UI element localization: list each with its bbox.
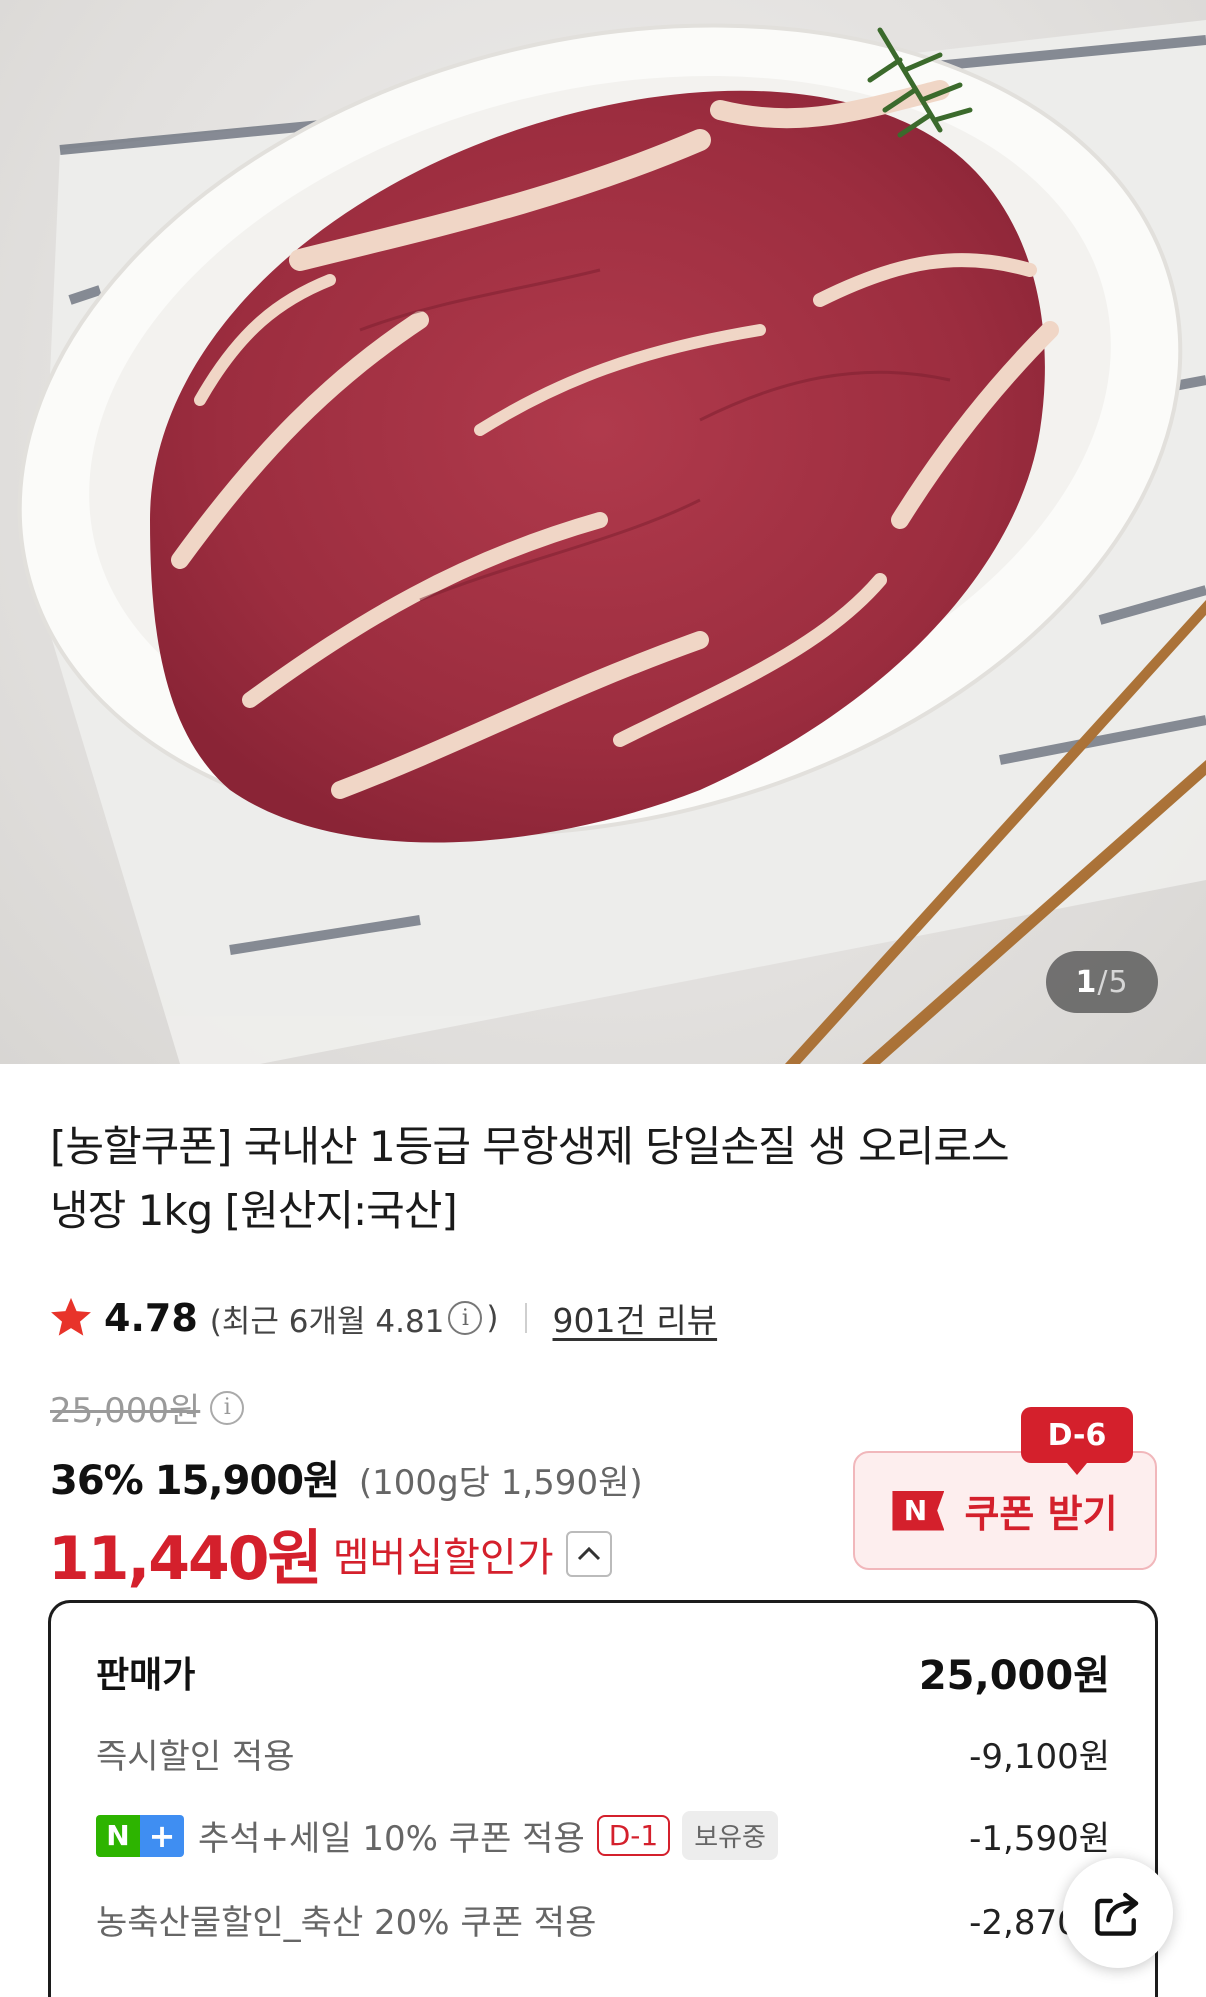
breakdown-row: N + 추석+세일 10% 쿠폰 적용 D-1 보유중 -1,590원: [96, 1811, 1110, 1860]
original-price: 25,000원: [50, 1391, 201, 1431]
product-title-line-1: [농할쿠폰] 국내산 1등급 무항생제 당일손질 생 오리로스: [50, 1122, 1010, 1171]
coupon-download: N 쿠폰 받기 D-6: [853, 1407, 1157, 1570]
breakdown-value: 25,000원: [918, 1653, 1110, 1699]
product-photo: [17, 20, 1206, 1064]
coupon-button-label: 쿠폰 받기: [964, 1492, 1118, 1536]
sale-price-row: 36% 15,900원 (100g당 1,590원): [50, 1448, 643, 1506]
recent-rating-close: ): [486, 1300, 499, 1336]
breakdown-label: 농축산물할인_축산 20% 쿠폰 적용: [96, 1903, 597, 1943]
breakdown-label: 즉시할인 적용: [96, 1737, 295, 1777]
rating-row: 4.78 (최근 6개월 4.81 i ) 901건 리뷰: [48, 1290, 717, 1346]
rating-score: 4.78: [104, 1296, 198, 1340]
discount-percent: 36%: [50, 1458, 144, 1504]
recent-rating: (최근 6개월 4.81 i ): [210, 1296, 499, 1341]
recent-rating-text: (최근 6개월 4.81: [209, 1303, 445, 1340]
product-image-gallery[interactable]: 1 / 5: [0, 0, 1206, 1064]
reviews-link[interactable]: 901건 리뷰: [553, 1294, 718, 1342]
share-icon: [1095, 1892, 1139, 1936]
breakdown-row: 농축산물할인_축산 20% 쿠폰 적용 -2,870원: [96, 1895, 1110, 1944]
plus-icon: +: [140, 1814, 184, 1857]
naver-n-icon: N: [96, 1814, 140, 1857]
product-title: [농할쿠폰] 국내산 1등급 무항생제 당일손질 생 오리로스 냉장 1kg […: [50, 1115, 1160, 1243]
breakdown-label: 판매가: [96, 1655, 196, 1696]
coupon-deadline-badge: D-6: [1021, 1407, 1133, 1475]
breakdown-label-group: N + 추석+세일 10% 쿠폰 적용 D-1 보유중: [96, 1811, 778, 1860]
breakdown-row: 판매가 25,000원: [96, 1643, 1110, 1701]
price-info-icon[interactable]: i: [210, 1390, 245, 1425]
breakdown-row: 즉시할인 적용 -9,100원: [96, 1729, 1110, 1778]
counter-separator: /: [1097, 964, 1109, 1000]
product-title-line-2: 냉장 1kg [원산지:국산]: [50, 1186, 458, 1235]
image-counter: 1 / 5: [1046, 951, 1158, 1013]
sale-price: 15,900원: [154, 1458, 340, 1504]
current-image-index: 1: [1075, 964, 1098, 1000]
naver-plus-icon: N +: [96, 1814, 184, 1857]
naver-coupon-icon: N: [892, 1490, 945, 1531]
membership-price-label: 멤버십할인가: [332, 1534, 554, 1581]
breakdown-value: -1,590원: [969, 1819, 1110, 1859]
price-breakdown: 판매가 25,000원 즉시할인 적용 -9,100원 N + 추석+세일 10…: [48, 1600, 1158, 1997]
membership-price: 11,440원: [48, 1524, 323, 1594]
breakdown-label: 추석+세일 10% 쿠폰 적용: [198, 1819, 585, 1859]
divider: [524, 1303, 527, 1333]
coupon-deadline-badge: D-1: [596, 1815, 671, 1856]
breakdown-value: -9,100원: [969, 1737, 1110, 1777]
coupon-status-badge: 보유중: [682, 1811, 778, 1860]
membership-price-row: 11,440원 멤버십할인가: [48, 1510, 612, 1597]
chevron-up-icon[interactable]: [565, 1530, 612, 1577]
total-images: 5: [1108, 964, 1129, 1000]
share-button[interactable]: [1063, 1858, 1173, 1968]
info-icon[interactable]: i: [448, 1301, 483, 1335]
star-icon: [51, 1297, 91, 1336]
coupon-button[interactable]: N 쿠폰 받기: [853, 1451, 1157, 1570]
original-price-row: 25,000원 i: [50, 1383, 248, 1432]
unit-price: (100g당 1,590원): [358, 1463, 643, 1503]
